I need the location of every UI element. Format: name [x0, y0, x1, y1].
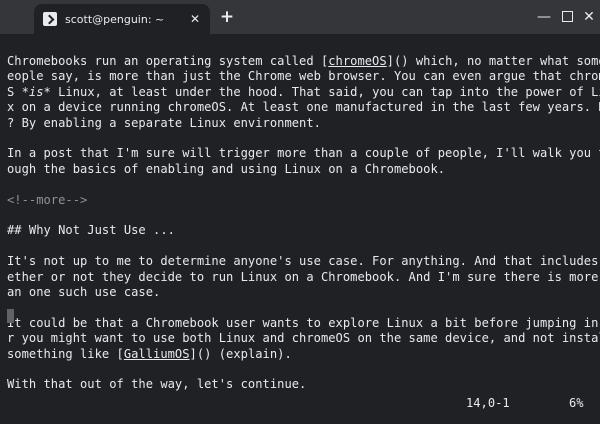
editor-line: Chromebooks run an operating system call…: [7, 54, 600, 69]
close-window-button[interactable]: ✕: [580, 8, 598, 26]
tab-close-button[interactable]: ✕: [186, 12, 204, 26]
line-text: ]() (explain).: [189, 346, 292, 361]
line-text: ]() which, no matter what some p: [386, 54, 600, 68]
editor-line: r you might want to use both Linux and c…: [7, 331, 600, 346]
line-text: It's not up to me to determine anyone's …: [7, 254, 600, 269]
editor-line: ## Why Not Just Use ...: [7, 223, 175, 238]
line-text: an one such use case.: [7, 285, 161, 299]
line-text: S: [7, 84, 22, 99]
title-bar: scott@penguin: ~ ✕ + — ✕: [0, 0, 600, 34]
terminal-area[interactable]: Chromebooks run an operating system call…: [0, 34, 600, 424]
cursor-position: 14,0-1: [466, 396, 510, 410]
new-tab-button[interactable]: +: [218, 8, 236, 26]
line-text: Linux, at least under the hood. That sai…: [50, 84, 600, 99]
editor-line: <!--more-->: [7, 193, 87, 208]
editor-line: It could be that a Chromebook user wants…: [7, 316, 600, 331]
comment-text: <!--more-->: [7, 192, 88, 207]
line-text: ## Why Not Just Use ...: [7, 223, 175, 238]
editor-line: ether or not they decide to run Linux on…: [7, 270, 600, 285]
link-text: GalliumOS: [123, 346, 190, 361]
editor-line: an one such use case.: [7, 285, 160, 300]
terminal-tab[interactable]: scott@penguin: ~ ✕: [34, 4, 210, 34]
editor-line: something like [GalliumOS]() (explain).: [7, 347, 292, 362]
editor-line: ough the basics of enabling and using Li…: [7, 162, 445, 177]
minimize-button[interactable]: —: [535, 8, 553, 26]
line-text: x on a device running chromeOS. At least…: [7, 100, 600, 115]
line-text: *is*: [21, 84, 51, 99]
terminal-icon: [43, 12, 57, 26]
maximize-button[interactable]: [558, 8, 576, 26]
scroll-percent: 6%: [569, 396, 584, 410]
line-text: eople say, is more than just the Chrome …: [7, 69, 600, 84]
line-text: ether or not they decide to run Linux on…: [7, 269, 600, 284]
line-text: r you might want to use both Linux and c…: [7, 331, 600, 346]
line-text: In a post that I'm sure will trigger mor…: [7, 146, 600, 161]
line-text: Chromebooks run an operating system call…: [7, 54, 329, 68]
editor-line: S *is* Linux, at least under the hood. T…: [7, 85, 600, 100]
tab-title: scott@penguin: ~: [65, 12, 165, 26]
line-text: something like [: [7, 346, 124, 361]
editor-line: x on a device running chromeOS. At least…: [7, 100, 600, 115]
editor-line: eople say, is more than just the Chrome …: [7, 69, 600, 84]
link-text: chromeOS: [328, 54, 387, 68]
editor-line: With that out of the way, let's continue…: [7, 377, 306, 392]
text-cursor: [7, 309, 14, 323]
line-text: ough the basics of enabling and using Li…: [7, 161, 446, 176]
line-text: ? By enabling a separate Linux environme…: [7, 115, 321, 130]
editor-line: In a post that I'm sure will trigger mor…: [7, 146, 600, 161]
editor-line: ? By enabling a separate Linux environme…: [7, 116, 321, 131]
line-text: With that out of the way, let's continue…: [7, 377, 307, 392]
line-text: It could be that a Chromebook user wants…: [7, 315, 600, 330]
maximize-icon: [561, 11, 573, 22]
editor-line: It's not up to me to determine anyone's …: [7, 254, 600, 269]
